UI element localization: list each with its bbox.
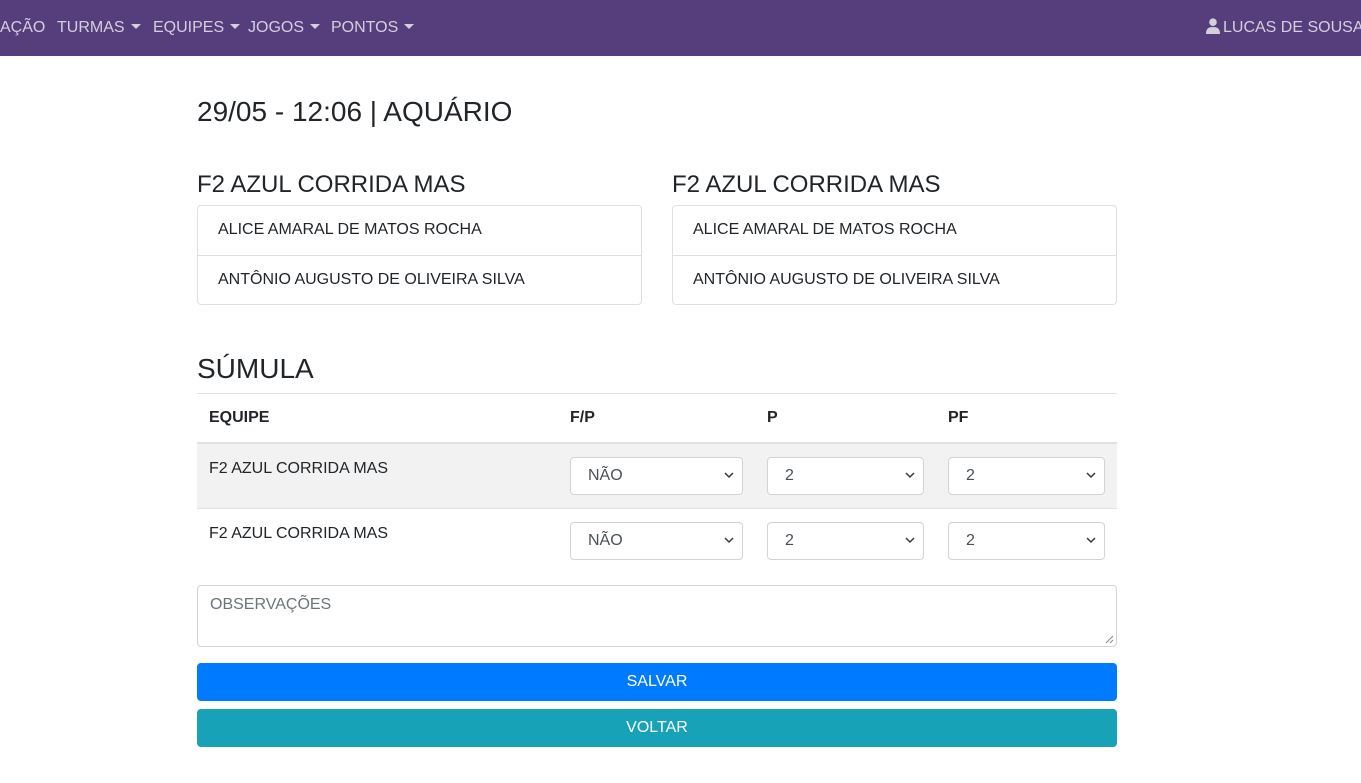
member-list: ALICE AMARAL DE MATOS ROCHA ANTÔNIO AUGU… [197,205,642,305]
observacoes-placeholder: OBSERVAÇÕES [210,596,332,613]
team-card-1: F2 AZUL CORRIDA MAS ALICE AMARAL DE MATO… [197,170,642,305]
user-icon [1206,18,1220,34]
resize-grip-icon[interactable] [1105,635,1114,644]
caret-down-icon [310,24,321,29]
table-header: EQUIPE F/P P PF [197,394,1117,444]
nav-item-acao[interactable]: AÇÃO [0,0,45,56]
save-button[interactable]: SALVAR [197,663,1117,701]
chevron-down-icon [724,537,734,544]
back-button[interactable]: VOLTAR [197,709,1117,747]
nav-item-equipes[interactable]: EQUIPES [153,0,241,56]
page-title: 29/05 - 12:06 | AQUÁRIO [197,96,513,127]
user-menu[interactable]: LUCAS DE SOUSA A [1206,0,1361,56]
fp-select[interactable]: NÃO [570,522,743,560]
caret-down-icon [404,24,415,29]
chevron-down-icon [1086,537,1096,544]
fp-select[interactable]: NÃO [570,457,743,495]
row-team: F2 AZUL CORRIDA MAS [209,525,388,542]
nav-item-pontos[interactable]: PONTOS [331,0,415,56]
header-p: P [767,409,778,426]
chevron-down-icon [724,472,734,479]
team-card-2: F2 AZUL CORRIDA MAS ALICE AMARAL DE MATO… [672,170,1117,305]
pf-select[interactable]: 2 [948,522,1105,560]
header-pf: PF [948,409,969,426]
top-navbar: AÇÃO TURMAS EQUIPES JOGOS PONTOS LUCAS D… [0,0,1361,56]
table-row: F2 AZUL CORRIDA MAS NÃO 2 2 [197,444,1117,508]
member-list: ALICE AMARAL DE MATOS ROCHA ANTÔNIO AUGU… [672,205,1117,305]
list-item: ALICE AMARAL DE MATOS ROCHA [693,221,957,238]
row-team: F2 AZUL CORRIDA MAS [209,460,388,477]
list-item: ANTÔNIO AUGUSTO DE OLIVEIRA SILVA [198,255,641,304]
sumula-table: EQUIPE F/P P PF F2 AZUL CORRIDA MAS NÃO … [197,393,1117,571]
p-select[interactable]: 2 [767,522,924,560]
team-title: F2 AZUL CORRIDA MAS [197,171,466,198]
team-title: F2 AZUL CORRIDA MAS [672,171,941,198]
header-equipe: EQUIPE [209,409,270,426]
table-row: F2 AZUL CORRIDA MAS NÃO 2 2 [197,508,1117,571]
caret-down-icon [130,24,141,29]
observacoes-textarea[interactable]: OBSERVAÇÕES [197,585,1117,647]
chevron-down-icon [905,537,915,544]
header-fp: F/P [570,409,595,426]
list-item: ANTÔNIO AUGUSTO DE OLIVEIRA SILVA [673,255,1116,304]
p-select[interactable]: 2 [767,457,924,495]
caret-down-icon [230,24,241,29]
chevron-down-icon [905,472,915,479]
list-item: ALICE AMARAL DE MATOS ROCHA [218,221,482,238]
nav-item-turmas[interactable]: TURMAS [57,0,141,56]
sumula-title: SÚMULA [197,353,314,384]
pf-select[interactable]: 2 [948,457,1105,495]
user-name: LUCAS DE SOUSA A [1223,19,1361,36]
chevron-down-icon [1086,472,1096,479]
nav-item-jogos[interactable]: JOGOS [248,0,321,56]
